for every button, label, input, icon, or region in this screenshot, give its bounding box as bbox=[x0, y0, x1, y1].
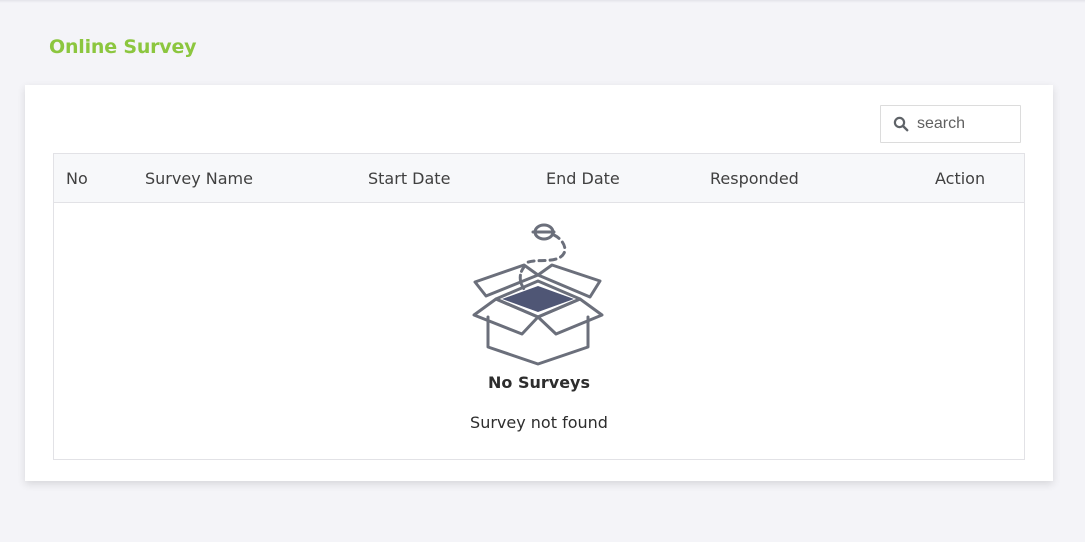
search-input[interactable] bbox=[917, 112, 1013, 136]
search-box[interactable] bbox=[880, 105, 1021, 143]
survey-card: No Survey Name Start Date End Date Respo… bbox=[25, 85, 1053, 481]
column-header-responded: Responded bbox=[710, 169, 799, 188]
column-header-survey-name: Survey Name bbox=[145, 169, 253, 188]
page-title: Online Survey bbox=[49, 36, 197, 58]
column-header-no: No bbox=[66, 169, 88, 188]
column-header-action: Action bbox=[935, 169, 986, 188]
search-icon bbox=[893, 116, 909, 132]
empty-state-message: Survey not found bbox=[470, 413, 608, 432]
survey-table: No Survey Name Start Date End Date Respo… bbox=[53, 153, 1025, 460]
column-header-end-date: End Date bbox=[546, 169, 620, 188]
column-header-start-date: Start Date bbox=[368, 169, 451, 188]
open-box-icon bbox=[472, 223, 604, 366]
empty-state: No Surveys Survey not found bbox=[54, 203, 1024, 459]
top-bar-shadow bbox=[0, 0, 1085, 3]
empty-state-title: No Surveys bbox=[488, 373, 590, 392]
table-header: No Survey Name Start Date End Date Respo… bbox=[54, 154, 1024, 203]
